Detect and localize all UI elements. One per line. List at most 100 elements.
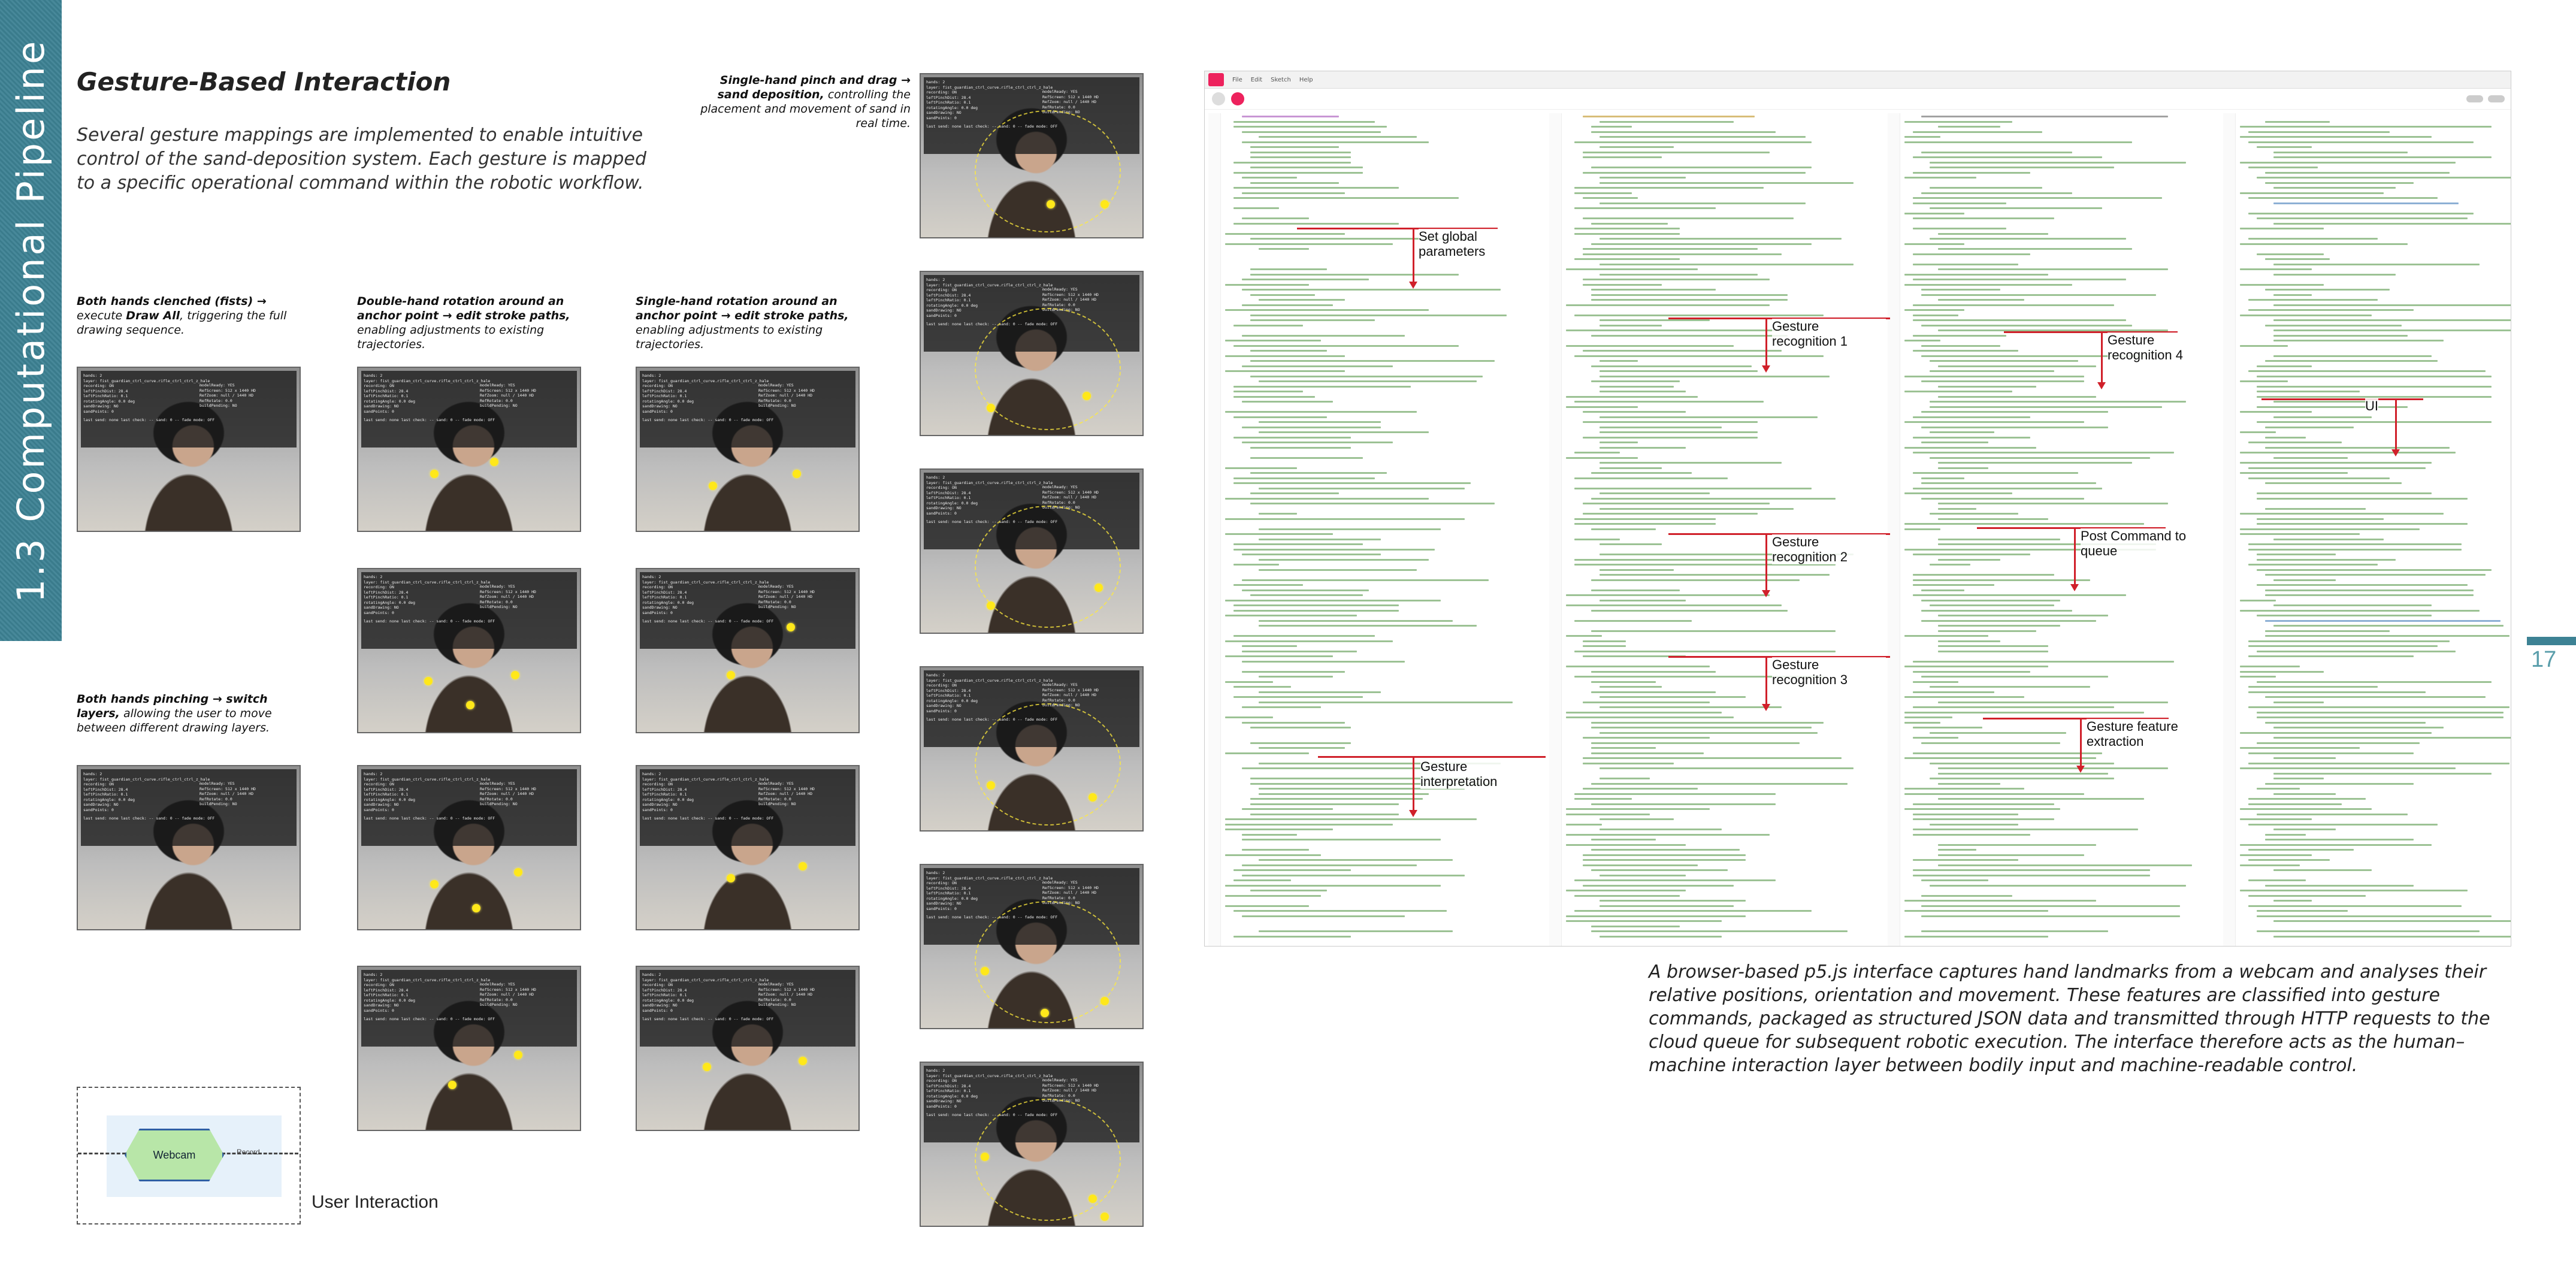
code-line [2248,564,2378,566]
hud-layer: layer: fist_guardian_ctrl_curve.rifle_ct… [364,378,491,383]
menu-sketch[interactable]: Sketch [1271,77,1291,83]
code-line [1913,670,2030,673]
code-line [1904,309,1964,311]
code-line [1913,859,2018,861]
code-line [2248,548,2462,551]
code-line [2273,263,2480,265]
code-line [1574,518,1716,520]
code-line [1921,192,2072,194]
code-line [2240,136,2432,138]
code-line [2257,930,2480,932]
code-line [1225,309,1429,311]
line-gutter [1549,113,1562,946]
code-line [2273,401,2372,403]
code-line [2257,569,2492,571]
annotation-ui-arrowhead [2391,449,2400,456]
landmark-dot [1095,583,1103,592]
landmark-dot [727,671,735,679]
hand-tracking-hud: hands: 2 layer: fist_guardian_ctrl_curve.… [361,371,577,448]
code-line [1921,294,2156,296]
code-line [1242,833,1297,836]
code-line [1591,334,1788,337]
code-line [1913,691,1994,693]
code-line [1591,609,1788,612]
code-line [1574,187,1764,189]
hud-model-ready: modelReady: YES [1042,287,1078,292]
code-line [1591,681,1656,683]
code-line [1913,452,2174,453]
settings-icon[interactable] [2466,95,2483,102]
code-line [2248,543,2462,545]
code-line [1921,619,2096,622]
code-line [1250,156,1351,158]
code-line [1600,238,1842,240]
webcam-frame: hands: 2 layer: fist_guardian_ctrl_curve.… [920,864,1144,1029]
code-line [1938,558,2000,561]
code-line [1938,782,2000,785]
code-line [1233,171,1363,174]
hud-layer: layer: fist_guardian_ctrl_curve.rifle_ct… [926,282,1053,288]
code-line [2240,670,2324,673]
code-line [1591,365,1752,367]
code-line [1913,197,2162,199]
menu-edit[interactable]: Edit [1251,77,1262,83]
code-line [1938,625,2060,627]
code-line [1921,324,2132,326]
code-line [1591,782,1848,785]
code-line [1574,401,1764,403]
code-line [1583,701,1710,703]
code-line [1225,681,1273,683]
code-line [1242,874,1465,876]
webcam-frame: hands: 2 layer: fist_guardian_ctrl_curve.… [357,765,581,930]
code-line [1921,289,2000,291]
code-line [2248,167,2318,168]
code-line [1600,731,1818,734]
account-icon[interactable] [2488,95,2505,102]
code-line [1930,431,1994,433]
code-line [1242,767,1429,769]
stop-icon[interactable] [1231,92,1244,105]
code-line [1250,268,1327,270]
menu-help[interactable]: Help [1299,77,1313,83]
code-line [1591,742,1800,744]
hud-recording: recording: ON [642,383,673,388]
code-line [1225,497,1429,500]
code-line [1600,935,1722,938]
hud-footer: last send: none last check: -- sand: 0 -… [83,418,215,422]
hand-tracking-hud: hands: 2 layer: fist_guardian_ctrl_curve.… [361,970,577,1047]
landmark-dot [1083,392,1091,400]
gesture-trail-ring [975,901,1121,1023]
code-line [1566,813,1650,815]
code-line [1583,737,1710,739]
code-line [2240,808,2372,810]
code-line [1225,283,1309,286]
code-line [1938,854,2084,856]
landmark-dot [1047,200,1055,208]
caption-fists: Both hands clenched (fists) → execute Dr… [77,295,287,337]
code-line [1913,472,2078,474]
section-title: 1.3 Computational Pipeline [9,38,53,603]
code-line [1591,222,1668,225]
code-line [1583,411,1686,413]
code-line [2273,156,2492,158]
code-line [1938,864,2192,866]
code-line [1259,569,1417,571]
code-line [2265,839,2414,840]
code-line [2257,497,2468,500]
code-line [1591,299,1788,301]
code-line [1259,299,1345,301]
code-line [2257,395,2492,398]
menu-file[interactable]: File [1232,77,1242,83]
code-line [1574,192,1632,194]
code-line [1259,558,1429,561]
code-line [1930,513,2018,515]
annotation-set-global: Set global parameters [1419,229,1532,259]
play-icon[interactable] [1212,92,1225,105]
hud-left-block: leftPinchDist: 28.4 leftPinchRatio: 0.1 … [642,787,694,812]
code-line [1583,854,1746,856]
code-line [1242,554,1381,555]
code-line [1566,890,1686,891]
code-line [1574,523,1716,525]
code-line [1904,446,2036,449]
hud-hands: hands: 2 [926,80,945,84]
